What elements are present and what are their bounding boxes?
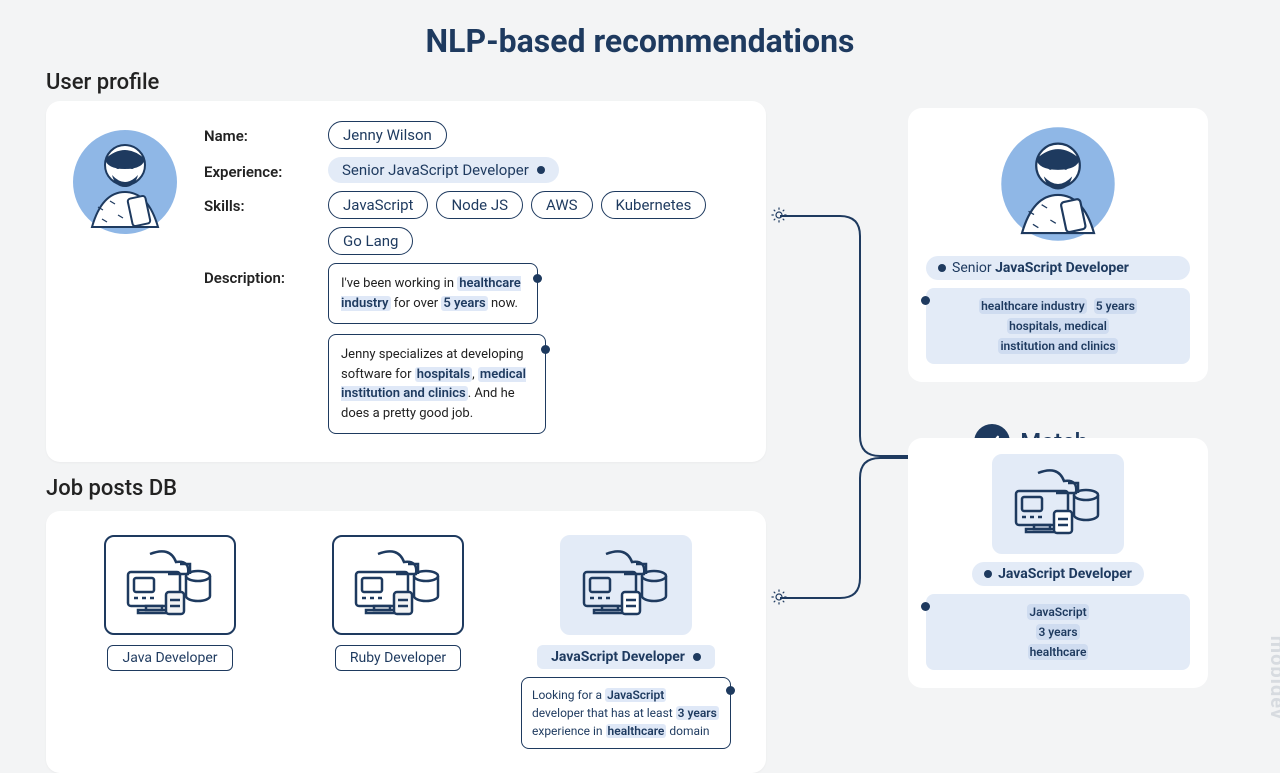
extracted-profile-card: Senior JavaScript Developer healthcare i… — [908, 108, 1208, 382]
job-title: Ruby Developer — [335, 645, 461, 671]
watermark: mobidev — [1266, 636, 1280, 720]
job-title: Java Developer — [107, 645, 232, 671]
server-icon — [560, 535, 692, 635]
value-name: Jenny Wilson — [328, 121, 447, 149]
label-skills: Skills: — [204, 191, 312, 215]
avatar — [998, 124, 1118, 248]
server-icon — [992, 454, 1124, 554]
gear-icon — [770, 588, 788, 606]
dot-icon — [726, 686, 735, 695]
skill-pill: JavaScript — [328, 191, 428, 219]
gear-icon — [770, 206, 788, 224]
dot-icon — [693, 653, 701, 661]
value-experience: Senior JavaScript Developer — [328, 157, 559, 183]
skill-pill: Go Lang — [328, 227, 413, 255]
extracted-job-title: JavaScript Developer — [972, 562, 1144, 586]
dot-icon — [921, 296, 930, 305]
job-javascript: JavaScript Developer Looking for a JavaS… — [526, 535, 726, 749]
dot-icon — [533, 274, 542, 283]
section-job-posts: Job posts DB — [46, 476, 766, 501]
extracted-job-card: JavaScript Developer JavaScript 3 years … — [908, 438, 1208, 688]
avatar — [70, 127, 180, 241]
dot-icon — [541, 345, 550, 354]
user-profile-card: Name: Jenny Wilson Experience: Senior Ja… — [46, 101, 766, 462]
dot-icon — [537, 166, 545, 174]
job-java: Java Developer — [70, 535, 270, 671]
server-icon — [104, 535, 236, 635]
extracted-profile-tags: healthcare industry 5 years hospitals, m… — [926, 288, 1190, 364]
job-description: Looking for a JavaScript developer that … — [521, 677, 731, 749]
description-box-1: I've been working in healthcare industry… — [328, 263, 538, 324]
dot-icon — [921, 602, 930, 611]
dot-icon — [984, 570, 992, 578]
section-user-profile: User profile — [46, 70, 766, 95]
job-ruby: Ruby Developer — [298, 535, 498, 671]
label-description: Description: — [204, 263, 312, 287]
skill-pill: AWS — [531, 191, 593, 219]
extracted-job-tags: JavaScript 3 years healthcare — [926, 594, 1190, 670]
jobs-card: Java Developer Ruby Developer JavaScript… — [46, 511, 766, 773]
skill-pill: Node JS — [436, 191, 523, 219]
skill-pill: Kubernetes — [601, 191, 707, 219]
dot-icon — [938, 264, 946, 272]
label-name: Name: — [204, 121, 312, 145]
job-title: JavaScript Developer — [537, 645, 715, 669]
description-box-2: Jenny specializes at developing software… — [328, 334, 546, 434]
server-icon — [332, 535, 464, 635]
label-experience: Experience: — [204, 157, 312, 181]
extracted-title: Senior JavaScript Developer — [926, 256, 1190, 280]
page-title: NLP-based recommendations — [0, 0, 1280, 60]
skills-list: JavaScript Node JS AWS Kubernetes Go Lan… — [328, 191, 742, 255]
